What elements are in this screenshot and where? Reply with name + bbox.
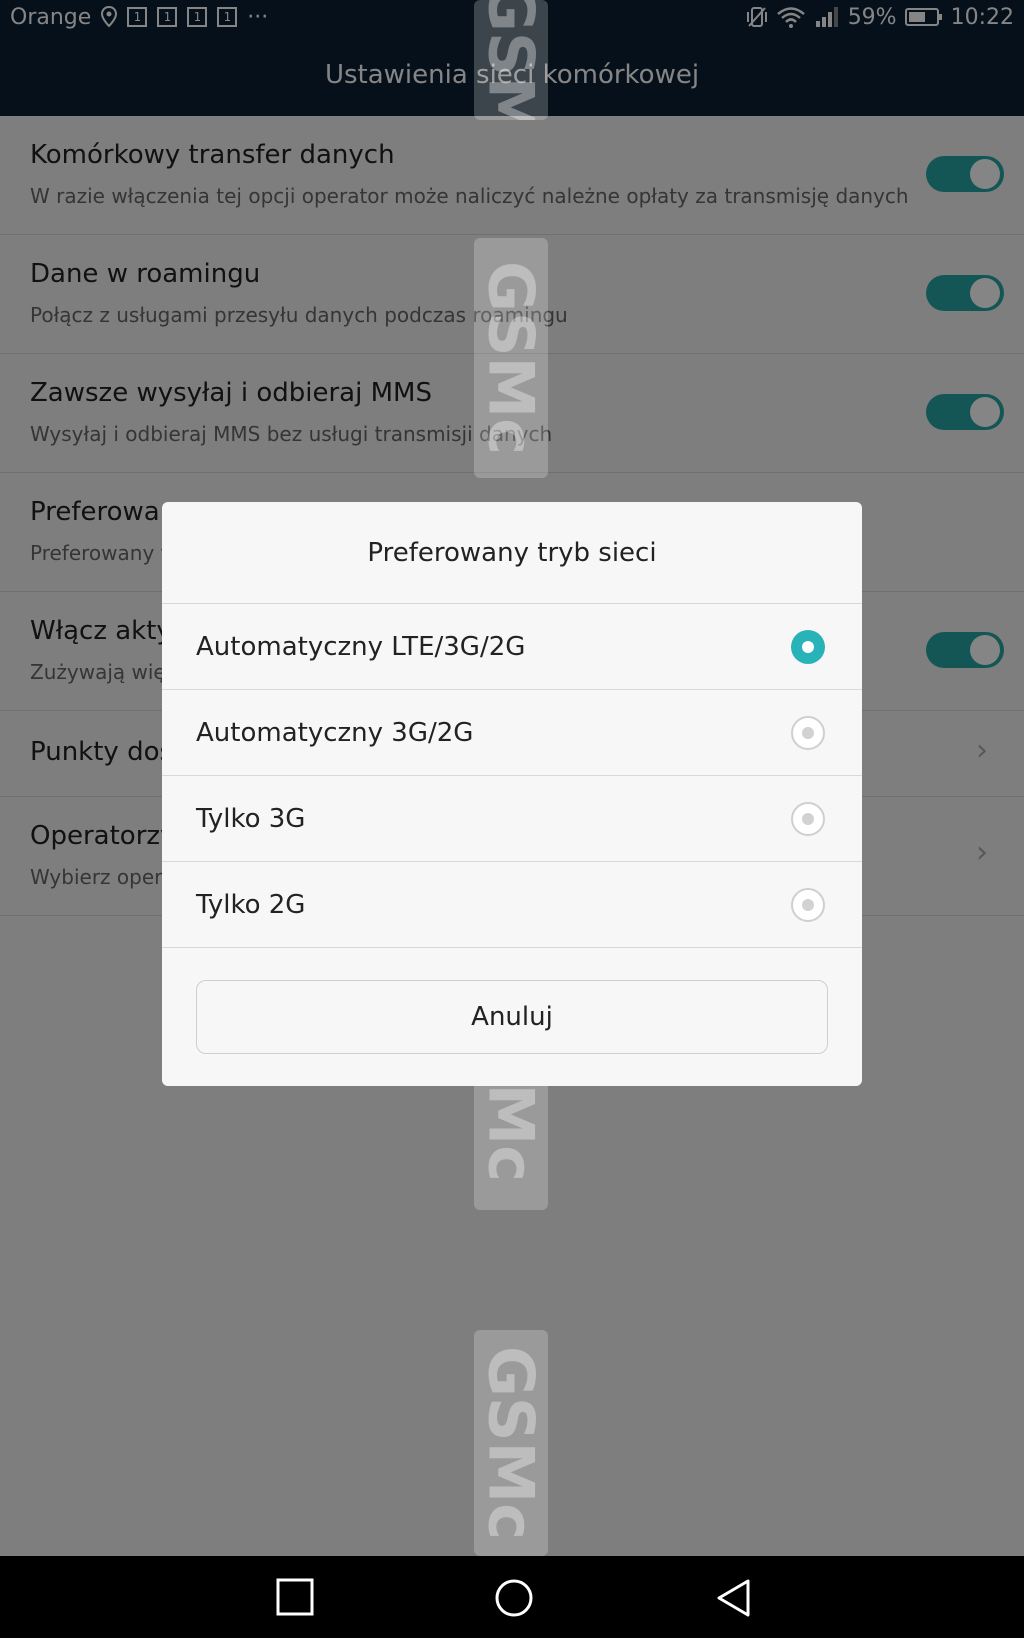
option-3g-2g[interactable]: Automatyczny 3G/2G <box>162 690 862 776</box>
radio-unselected-icon[interactable] <box>791 802 825 836</box>
back-icon[interactable] <box>714 1578 754 1618</box>
option-3g-only[interactable]: Tylko 3G <box>162 776 862 862</box>
radio-selected-icon[interactable] <box>791 630 825 664</box>
home-icon[interactable] <box>494 1578 534 1618</box>
option-label: Tylko 2G <box>196 890 306 920</box>
network-mode-dialog: Preferowany tryb sieci Automatyczny LTE/… <box>162 502 862 1086</box>
option-label: Automatyczny 3G/2G <box>196 718 474 748</box>
cancel-button[interactable]: Anuluj <box>196 980 828 1054</box>
radio-unselected-icon[interactable] <box>791 888 825 922</box>
option-label: Automatyczny LTE/3G/2G <box>196 632 526 662</box>
radio-unselected-icon[interactable] <box>791 716 825 750</box>
option-2g-only[interactable]: Tylko 2G <box>162 862 862 948</box>
option-label: Tylko 3G <box>196 804 306 834</box>
watermark: GSM <box>474 0 548 120</box>
watermark: GSMc <box>474 238 548 478</box>
watermark: GSMc <box>474 1330 548 1556</box>
recents-icon[interactable] <box>276 1578 314 1616</box>
dialog-title: Preferowany tryb sieci <box>162 502 862 604</box>
navigation-bar <box>0 1556 1024 1638</box>
option-lte-3g-2g[interactable]: Automatyczny LTE/3G/2G <box>162 604 862 690</box>
